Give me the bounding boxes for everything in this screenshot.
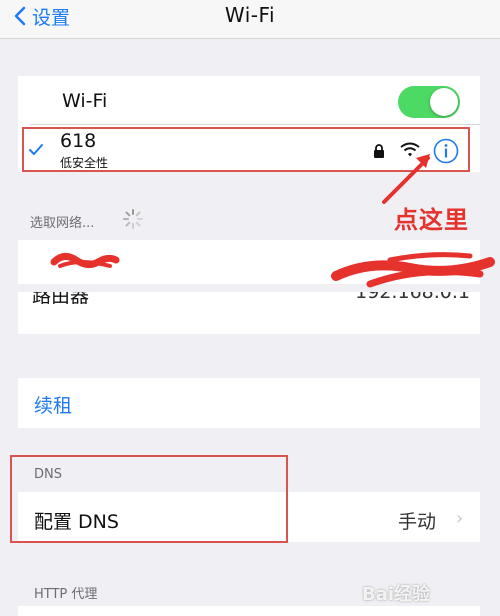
page-title: Wi-Fi	[224, 3, 276, 27]
http-proxy-group	[18, 606, 480, 616]
wifi-toggle-label: Wi-Fi	[62, 90, 108, 112]
chevron-right-icon: ›	[456, 508, 464, 529]
renew-group	[18, 378, 480, 428]
router-group: 路由器 192.168.0.1	[18, 292, 480, 334]
annotation-text: 点这里	[394, 206, 469, 234]
toggle-knob	[430, 88, 458, 116]
annotation-arrow-icon	[382, 154, 430, 204]
section-header-select-network: 选取网络...	[30, 216, 95, 231]
router-value: 192.168.0.1	[355, 292, 470, 303]
router-label: 路由器	[32, 292, 90, 307]
watermark-logo: Bai经验	[362, 584, 431, 605]
wifi-toggle[interactable]	[398, 86, 460, 118]
section-header-http-proxy: HTTP 代理	[34, 587, 98, 602]
renew-lease-button[interactable]: 续租	[34, 391, 72, 418]
dns-highlight-box	[10, 455, 288, 543]
loading-spinner-icon	[123, 209, 143, 229]
redaction-scribble	[50, 253, 120, 269]
configure-dns-value: 手动	[398, 511, 437, 533]
redaction-scribble-right	[331, 252, 495, 288]
